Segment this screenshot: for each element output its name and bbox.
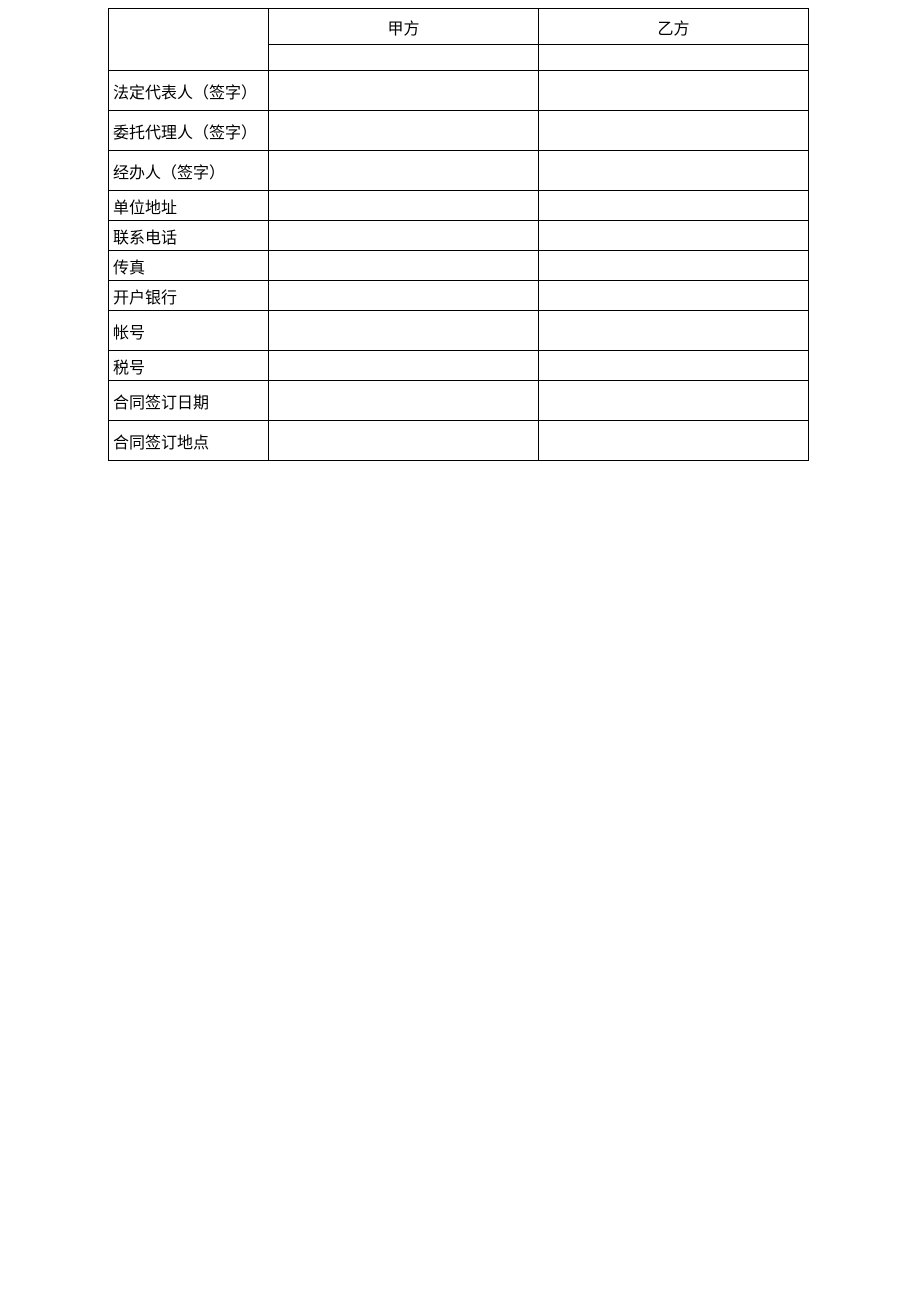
cell-party-a	[269, 281, 539, 311]
row-label-handler: 经办人（签字）	[109, 151, 269, 191]
row-label-agent: 委托代理人（签字）	[109, 111, 269, 151]
row-label-sign-date: 合同签订日期	[109, 381, 269, 421]
cell-party-b	[539, 221, 809, 251]
table-row: 合同签订日期	[109, 381, 809, 421]
cell-party-a	[269, 351, 539, 381]
cell-party-b	[539, 151, 809, 191]
cell-party-b	[539, 281, 809, 311]
cell-party-b	[539, 191, 809, 221]
row-label-legal-rep: 法定代表人（签字）	[109, 71, 269, 111]
cell-party-a	[269, 221, 539, 251]
header-party-b-sub	[539, 45, 809, 71]
table-row: 单位地址	[109, 191, 809, 221]
row-label-tax: 税号	[109, 351, 269, 381]
table-row: 联系电话	[109, 221, 809, 251]
table-row: 委托代理人（签字）	[109, 111, 809, 151]
header-party-b: 乙方	[539, 9, 809, 45]
cell-party-a	[269, 191, 539, 221]
cell-party-a	[269, 381, 539, 421]
cell-party-b	[539, 351, 809, 381]
table-row: 帐号	[109, 311, 809, 351]
row-label-address: 单位地址	[109, 191, 269, 221]
table-row: 法定代表人（签字）	[109, 71, 809, 111]
cell-party-a	[269, 71, 539, 111]
header-party-a-sub	[269, 45, 539, 71]
table-header-row: 甲方 乙方	[109, 9, 809, 45]
table-row: 合同签订地点	[109, 421, 809, 461]
cell-party-a	[269, 111, 539, 151]
cell-party-b	[539, 251, 809, 281]
cell-party-b	[539, 71, 809, 111]
row-label-account: 帐号	[109, 311, 269, 351]
cell-party-b	[539, 311, 809, 351]
cell-party-a	[269, 151, 539, 191]
header-party-a: 甲方	[269, 9, 539, 45]
row-label-bank: 开户银行	[109, 281, 269, 311]
cell-party-a	[269, 251, 539, 281]
contract-signature-table: 甲方 乙方 法定代表人（签字） 委托代理人（签字） 经办人（签字） 单位地址 联…	[108, 8, 809, 461]
row-label-phone: 联系电话	[109, 221, 269, 251]
row-label-sign-place: 合同签订地点	[109, 421, 269, 461]
cell-party-b	[539, 421, 809, 461]
table-row: 经办人（签字）	[109, 151, 809, 191]
table-row: 传真	[109, 251, 809, 281]
table-row: 开户银行	[109, 281, 809, 311]
cell-party-b	[539, 111, 809, 151]
table-row: 税号	[109, 351, 809, 381]
header-blank-cell	[109, 9, 269, 71]
cell-party-a	[269, 311, 539, 351]
cell-party-b	[539, 381, 809, 421]
cell-party-a	[269, 421, 539, 461]
row-label-fax: 传真	[109, 251, 269, 281]
